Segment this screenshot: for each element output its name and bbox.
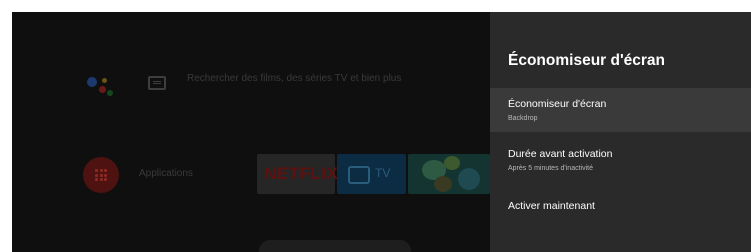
menu-item-title: Économiseur d'écran	[508, 98, 607, 110]
menu-item-delay[interactable]: Durée avant activation Après 5 minutes d…	[490, 138, 751, 182]
netflix-app-tile[interactable]: NETFLIX	[257, 154, 339, 194]
tv-app-tile[interactable]: TV	[337, 154, 406, 194]
game-app-tile[interactable]	[408, 154, 490, 194]
screensaver-settings-panel: Économiseur d'écran Économiseur d'écran …	[490, 12, 751, 252]
netflix-logo-text: NETFLIX	[264, 164, 339, 183]
home-screen-dimmed: Rechercher des films, des séries TV et b…	[12, 12, 490, 252]
menu-item-start-now[interactable]: Activer maintenant	[490, 192, 751, 224]
menu-item-subtitle: Après 5 minutes d'inactivité	[508, 165, 593, 172]
menu-item-screensaver[interactable]: Économiseur d'écran Backdrop	[490, 88, 751, 132]
keyboard-icon[interactable]	[148, 76, 166, 90]
tv-tile-label: TV	[375, 166, 391, 180]
search-placeholder[interactable]: Rechercher des films, des séries TV et b…	[187, 73, 401, 84]
menu-item-title: Activer maintenant	[508, 200, 595, 212]
apps-label: Applications	[139, 168, 193, 179]
google-assistant-icon[interactable]	[85, 76, 115, 100]
tv-screen: Rechercher des films, des séries TV et b…	[12, 12, 751, 252]
panel-title: Économiseur d'écran	[508, 52, 666, 69]
menu-item-title: Durée avant activation	[508, 148, 613, 160]
apps-grid-icon[interactable]	[83, 157, 119, 193]
bottom-hint-pill	[259, 240, 411, 252]
tv-icon	[348, 166, 370, 184]
menu-item-subtitle: Backdrop	[508, 115, 538, 122]
